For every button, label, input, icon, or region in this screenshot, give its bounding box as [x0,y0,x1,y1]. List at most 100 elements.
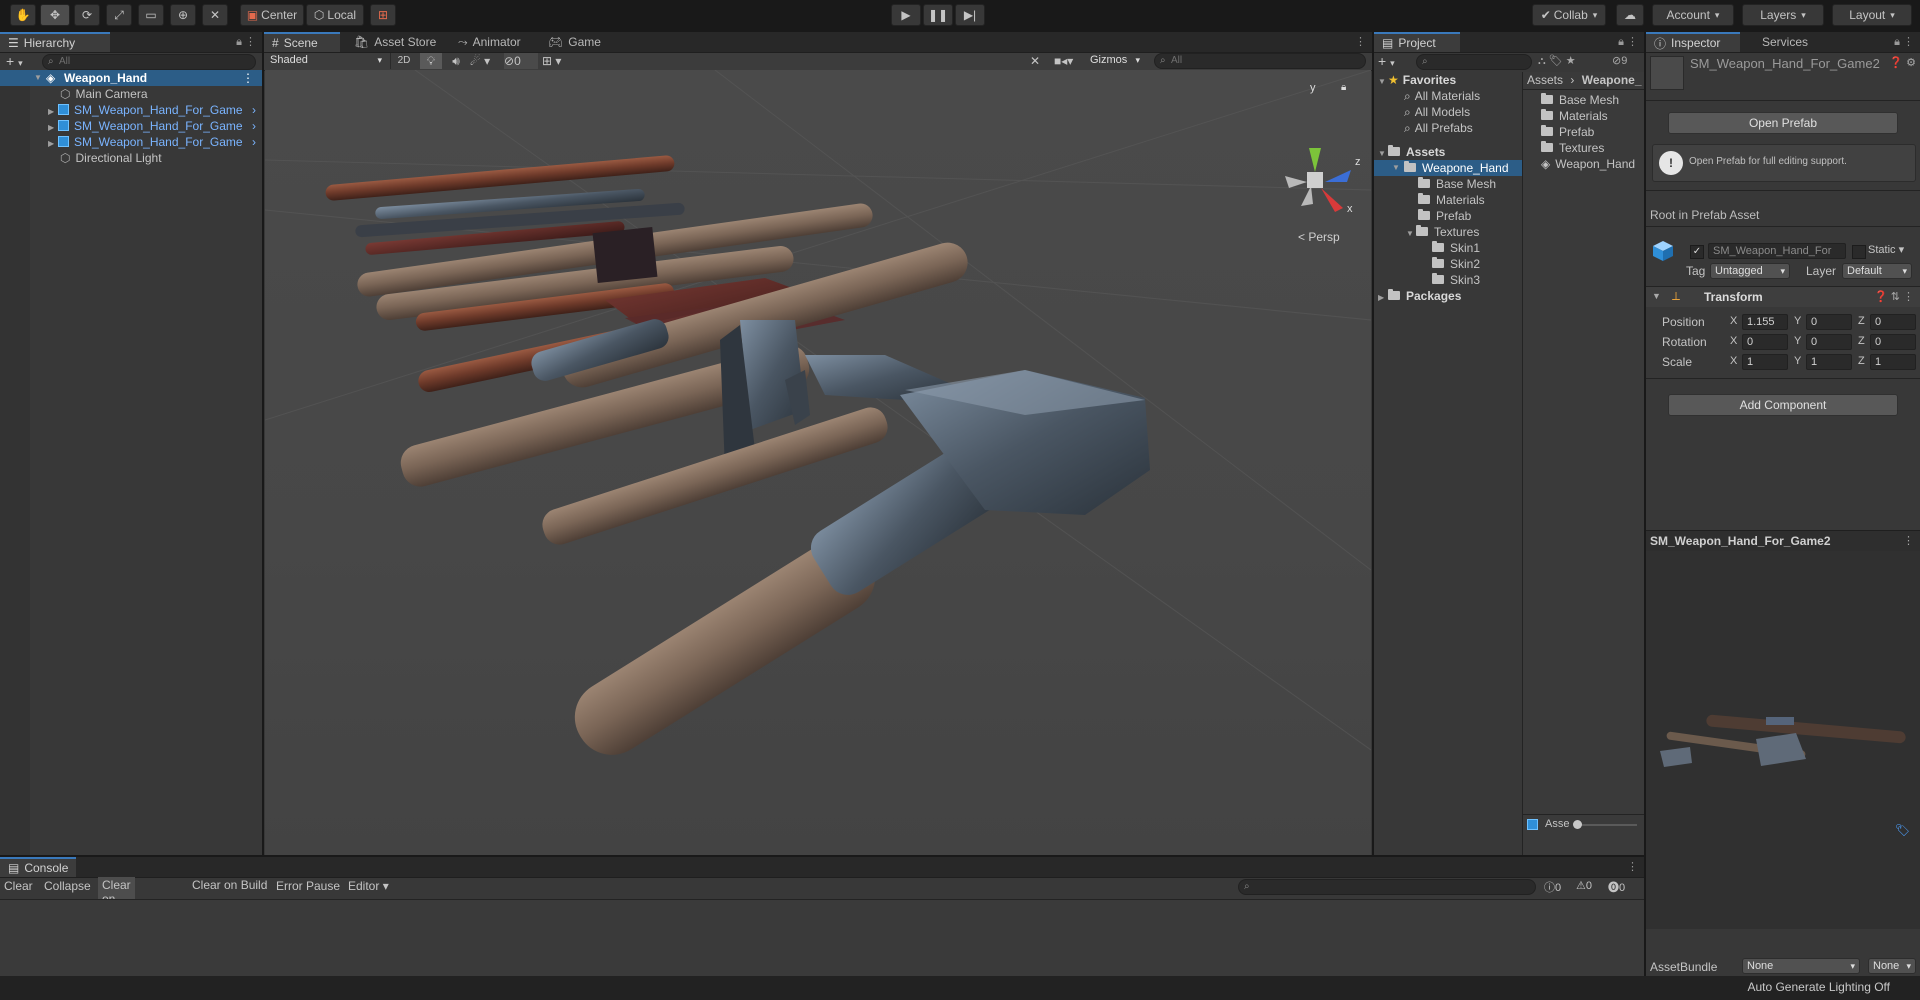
rotation-y-field[interactable]: 0 [1806,334,1852,350]
scene-search-input[interactable]: All [1154,53,1366,69]
breadcrumb-current[interactable]: Weapone_ [1582,73,1642,87]
orientation-gizmo[interactable] [1285,148,1351,212]
lock-icon[interactable]: 🔒︎ ⋮ [1894,35,1914,49]
scene-root-row[interactable]: ▼ ◈ Weapon_Hand ⋮ [0,70,262,86]
custom-tool-icon[interactable]: ✕ [202,4,228,26]
tab-animator[interactable]: ⤳ Animator [450,32,529,52]
hidden-packages-toggle[interactable]: ⊘9 [1612,54,1627,67]
tab-game[interactable]: 🎮︎ Game [540,32,609,52]
position-x-field[interactable]: 1.155 [1742,314,1788,330]
open-prefab-button[interactable]: Open Prefab [1668,112,1898,134]
mesh-preview[interactable]: 🏷︎ [1646,551,1920,929]
hierarchy-item-prefab[interactable]: ▶ SM_Weapon_Hand_For_Game › [48,118,262,134]
create-button[interactable]: + ▾ [6,53,23,69]
assetbundle-dropdown[interactable]: None [1742,958,1860,974]
tab-services[interactable]: Services [1754,32,1816,52]
perspective-label[interactable]: < Persp [1298,230,1340,244]
chevron-down-icon[interactable]: ▼ [1652,291,1661,301]
audio-toggle-icon[interactable]: 🔊︎ [446,53,466,69]
cloud-icon[interactable]: ☁ [1616,4,1644,26]
slider-thumb[interactable] [1573,820,1582,829]
grid-snap-icon[interactable]: ⊞ [370,4,396,26]
editor-dropdown[interactable]: Editor ▾ [348,879,389,893]
rect-tool-icon[interactable]: ▭ [138,4,164,26]
tab-inspector[interactable]: ⓘ Inspector [1646,32,1740,52]
gizmos-dropdown[interactable]: Gizmos [1086,53,1144,69]
layer-dropdown[interactable]: Default [1842,263,1912,279]
create-asset-button[interactable]: + ▾ [1378,53,1395,69]
hidden-objects-toggle[interactable]: ⊘0 [504,53,538,69]
rotate-tool-icon[interactable]: ⟳ [74,4,100,26]
hierarchy-item-prefab[interactable]: ▶ SM_Weapon_Hand_For_Game › [48,102,262,118]
project-search-input[interactable] [1416,54,1532,70]
collab-dropdown[interactable]: ✔ Collab ▾ [1532,4,1606,26]
tab-scene[interactable]: # Scene [264,32,340,52]
asset-item[interactable]: Base Mesh [1541,92,1619,108]
asset-item[interactable]: Materials [1541,108,1608,124]
tree-item[interactable]: Skin3 [1432,272,1480,288]
more-icon[interactable]: ⋮ [1903,534,1914,547]
collapse-button[interactable]: Collapse [44,879,91,893]
console-log-area[interactable] [0,899,1644,977]
active-checkbox[interactable]: ✓ [1690,245,1704,259]
tree-item-selected[interactable]: ▼ Weapone_Hand [1374,160,1522,176]
position-y-field[interactable]: 0 [1806,314,1852,330]
clear-button[interactable]: Clear [4,879,33,893]
lock-icon[interactable]: 🔒︎ ⋮ [236,35,256,49]
tree-item[interactable]: Prefab [1418,208,1471,224]
layers-dropdown[interactable]: Layers ▾ [1742,4,1824,26]
hierarchy-item[interactable]: ⬡ Directional Light [60,150,162,166]
asset-item[interactable]: Textures [1541,140,1604,156]
asset-item[interactable]: Prefab [1541,124,1594,140]
scale-tool-icon[interactable]: ⤢ [106,4,132,26]
info-count-toggle[interactable]: ⓘ0 [1544,879,1561,895]
pivot-local-button[interactable]: ⬡ Local [306,4,364,26]
help-settings-icon[interactable]: ❓ ⚙ [1889,56,1916,69]
favorite-item[interactable]: ⌕ All Models [1404,104,1470,120]
hierarchy-item-prefab[interactable]: ▶ SM_Weapon_Hand_For_Game › [48,134,262,150]
component-menu-icon[interactable]: ❓ ⇅ ⋮ [1874,290,1914,303]
add-component-button[interactable]: Add Component [1668,394,1898,416]
pause-button[interactable]: ❚❚ [923,4,953,26]
error-count-toggle[interactable]: ⓿0 [1608,879,1625,895]
transform-header[interactable]: ▼ ⟂ Transform ❓ ⇅ ⋮ [1646,287,1920,307]
warning-count-toggle[interactable]: ⚠0 [1576,879,1592,892]
favorite-item[interactable]: ⌕ All Materials [1404,88,1480,104]
preview-header[interactable]: SM_Weapon_Hand_For_Game2 ⋮ [1646,530,1920,551]
transform-tool-icon[interactable]: ⊕ [170,4,196,26]
hierarchy-search-input[interactable]: All [42,54,256,70]
play-button[interactable]: ▶ [891,4,921,26]
more-icon[interactable]: ⋮ [1627,860,1638,873]
step-button[interactable]: ▶| [955,4,985,26]
position-z-field[interactable]: 0 [1870,314,1916,330]
lighting-status[interactable]: Auto Generate Lighting Off [1747,980,1890,994]
tag-dropdown[interactable]: Untagged [1710,263,1790,279]
lighting-toggle-icon[interactable]: 💡︎ [420,53,442,69]
lock-icon[interactable]: 🔒︎ ⋮ [1618,35,1638,49]
icon-size-slider[interactable] [1577,824,1637,826]
scale-z-field[interactable]: 1 [1870,354,1916,370]
hand-tool-icon[interactable]: ✋ [10,4,36,26]
static-checkbox[interactable] [1852,245,1866,259]
packages-header[interactable]: ▶ Packages [1378,288,1461,304]
rotation-z-field[interactable]: 0 [1870,334,1916,350]
tab-hierarchy[interactable]: ☰ Hierarchy [0,32,110,52]
rotation-x-field[interactable]: 0 [1742,334,1788,350]
console-search-input[interactable] [1238,879,1536,895]
gizmo-lock-icon[interactable]: 🔒︎ [1341,82,1346,93]
asset-item[interactable]: ◈ Weapon_Hand [1541,156,1635,172]
more-icon[interactable]: ⋮ [1355,35,1366,48]
favorite-item[interactable]: ⌕ All Prefabs [1404,120,1473,136]
move-tool-icon[interactable]: ✥ [40,4,70,26]
more-icon[interactable]: ⋮ [242,70,254,86]
camera-dropdown-icon[interactable]: ■◂▾ [1054,53,1084,69]
tree-item[interactable]: ▼ Textures [1406,224,1479,240]
tab-project[interactable]: ▤ Project [1374,32,1460,52]
tree-item[interactable]: Skin2 [1432,256,1480,272]
effects-dropdown-icon[interactable]: ☄ ▾ [470,53,502,69]
2d-toggle[interactable]: 2D [390,53,417,69]
tab-console[interactable]: ▤ Console [0,857,76,877]
object-name-field[interactable]: SM_Weapon_Hand_For [1708,243,1846,259]
scene-viewport[interactable]: y z x 🔒︎ < Persp [265,70,1371,855]
chevron-right-icon[interactable]: › [252,118,256,134]
